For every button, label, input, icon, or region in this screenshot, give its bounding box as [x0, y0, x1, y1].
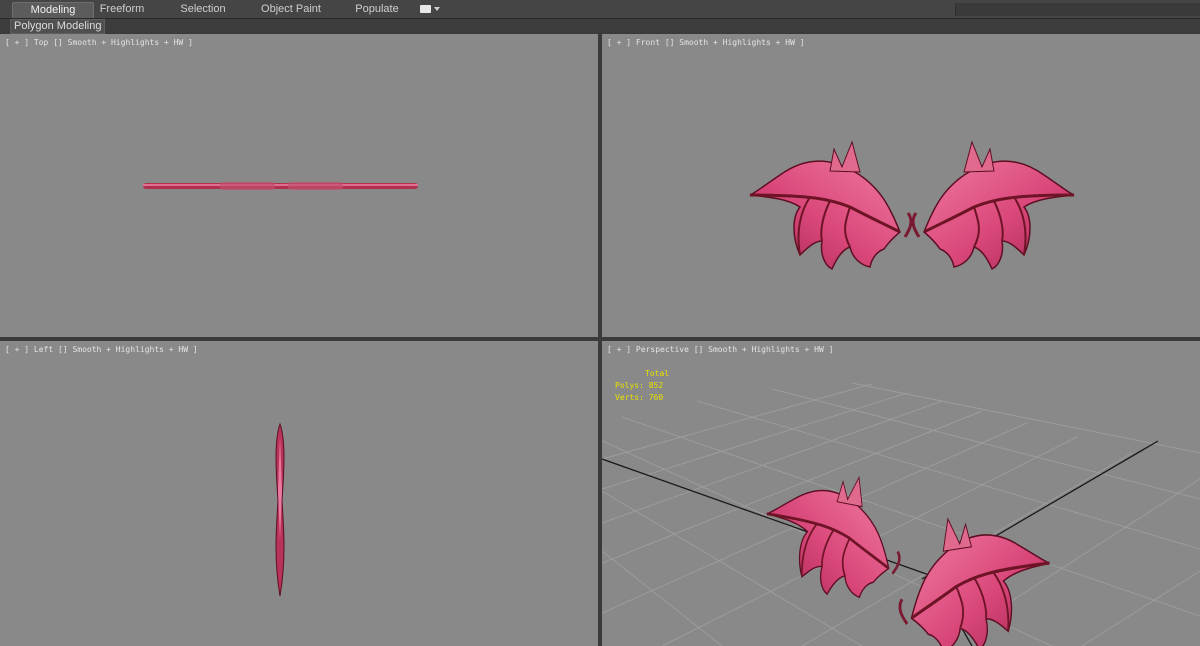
viewport-front[interactable]: [ + ] Front [] Smooth + Highlights + HW …: [602, 34, 1200, 337]
front-view-model: [748, 140, 1076, 271]
left-view-model: [275, 422, 285, 597]
tab-freeform[interactable]: Freeform: [92, 2, 152, 17]
polygon-modeling-panel-button[interactable]: Polygon Modeling: [10, 19, 106, 34]
viewport-left[interactable]: [ + ] Left [] Smooth + Highlights + HW ]: [0, 341, 598, 646]
viewport-top[interactable]: [ + ] Top [] Smooth + Highlights + HW ]: [0, 34, 598, 337]
top-view-model: [143, 182, 418, 190]
ribbon-extra-area: [955, 3, 1200, 16]
tab-selection[interactable]: Selection: [172, 2, 234, 17]
tab-modeling[interactable]: Modeling: [12, 2, 94, 18]
tab-populate[interactable]: Populate: [347, 2, 407, 17]
ribbon-panel: Polygon Modeling: [0, 19, 1200, 34]
tab-object-paint[interactable]: Object Paint: [255, 2, 327, 17]
perspective-grid: [602, 382, 1200, 646]
ribbon-options-icon[interactable]: [420, 4, 442, 15]
perspective-model: [756, 462, 1059, 646]
viewport-perspective[interactable]: [ + ] Perspective [] Smooth + Highlights…: [602, 341, 1200, 646]
